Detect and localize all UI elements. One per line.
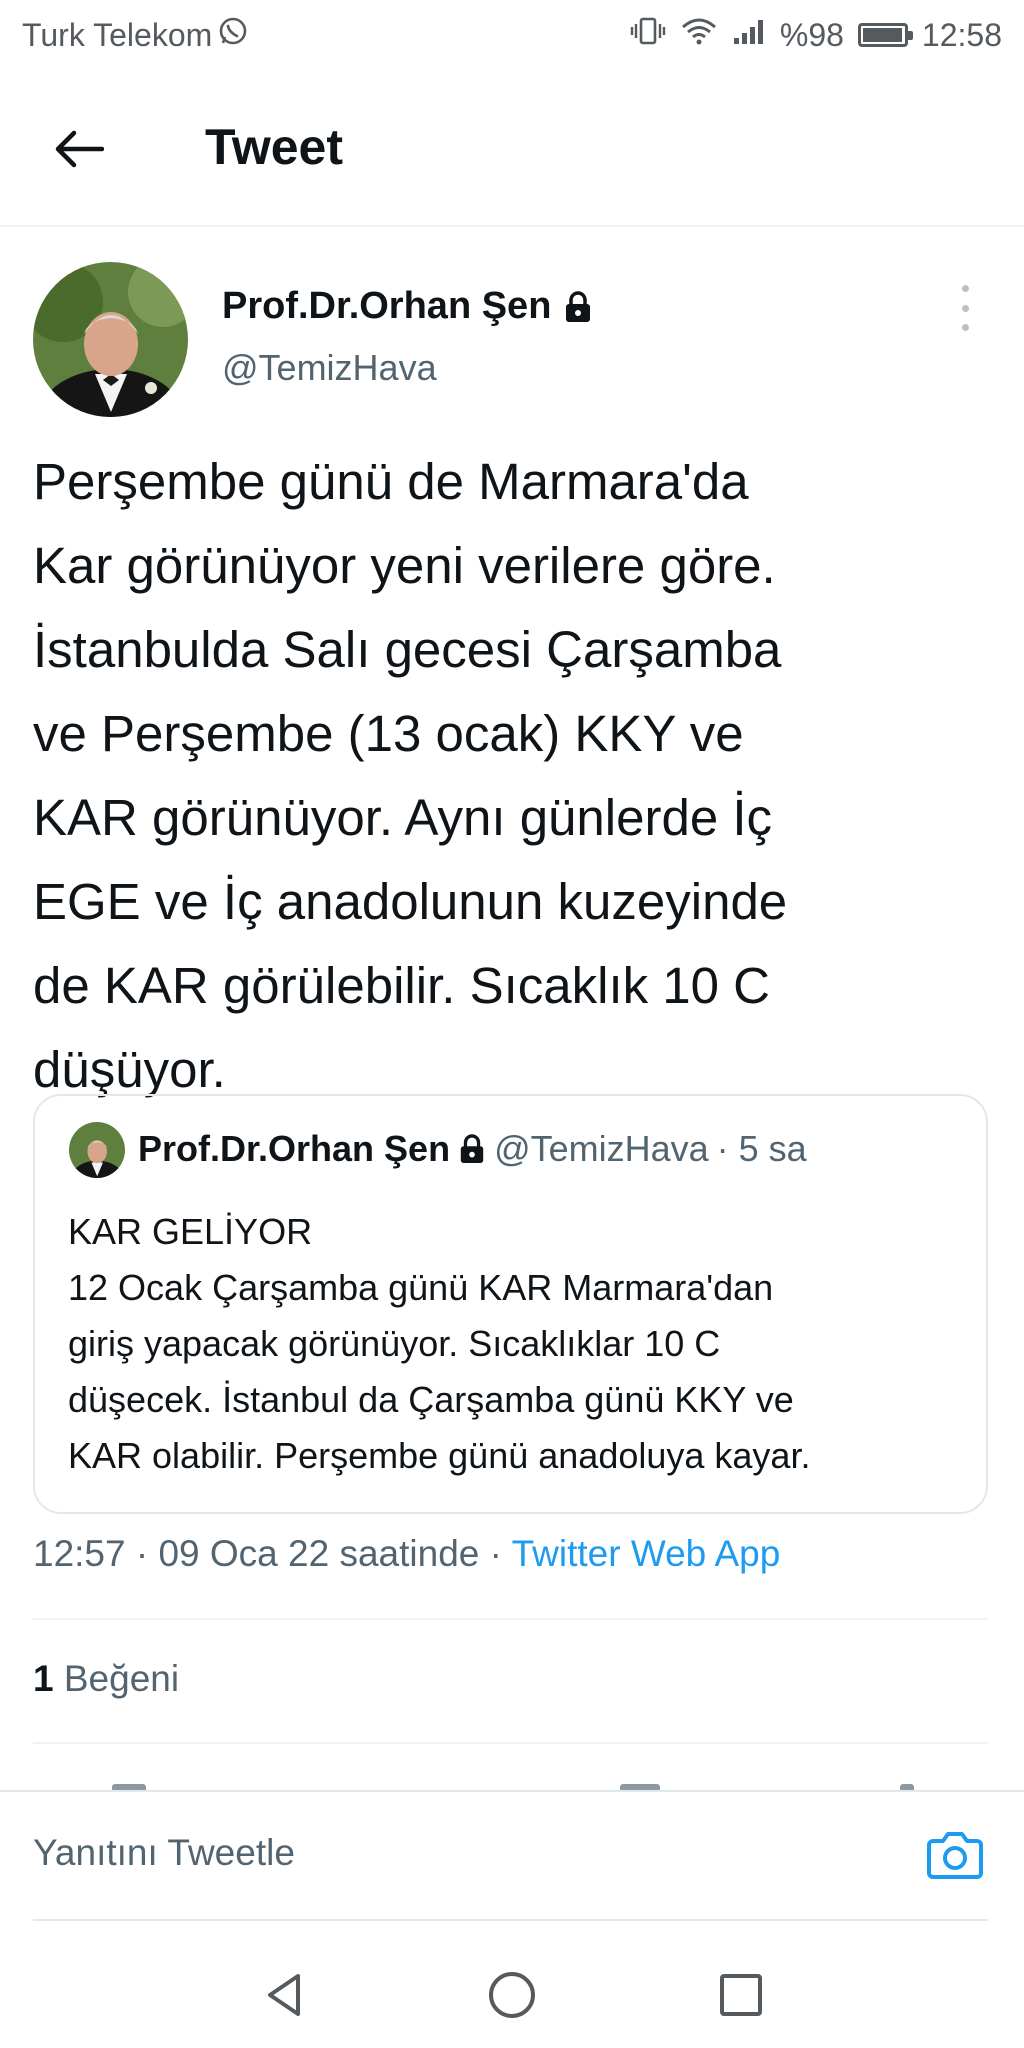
quoted-author-name: Prof.Dr.Orhan Şen: [138, 1128, 451, 1169]
author-handle[interactable]: @TemizHava: [222, 347, 437, 389]
nav-back-button[interactable]: [260, 1970, 310, 2020]
nav-recents-icon: [720, 1974, 762, 2016]
quoted-text: KAR GELİYOR 12 Ocak Çarşamba günü KAR Ma…: [68, 1211, 811, 1476]
status-left: Turk Telekom: [22, 16, 248, 54]
tweet-timestamp: 12:57 · 09 Oca 22 saatinde ·: [33, 1533, 512, 1574]
more-dot-icon: [961, 304, 969, 312]
whatsapp-icon: [218, 16, 248, 54]
status-bar: Turk Telekom %98 12:58: [0, 0, 1024, 70]
back-arrow-icon: [55, 130, 104, 168]
battery-icon: [857, 23, 913, 47]
system-nav-bar: [0, 1930, 1024, 2048]
avatar[interactable]: [33, 262, 188, 417]
signal-icon: [732, 16, 766, 54]
tweet-source-link[interactable]: Twitter Web App: [512, 1533, 781, 1574]
status-right: %98 12:58: [630, 16, 1002, 54]
back-button[interactable]: [52, 122, 106, 176]
clock: 12:58: [921, 16, 1002, 53]
battery-fill: [862, 28, 903, 42]
likes-label: Beğeni: [63, 1658, 180, 1699]
divider: [33, 1618, 988, 1620]
more-dot-icon: [961, 324, 969, 331]
likes-count[interactable]: 1 Beğeni: [33, 1658, 179, 1700]
lock-icon: [566, 290, 591, 322]
vibrate-icon: [630, 16, 666, 54]
reply-bar: Yanıtını Tweetle: [0, 1790, 1024, 1922]
reply-input[interactable]: Yanıtını Tweetle: [33, 1832, 295, 1874]
page-title: Tweet: [205, 119, 343, 175]
lock-icon: [460, 1134, 484, 1163]
nav-back-icon: [268, 1974, 300, 2016]
tweet-text: Perşembe günü de Marmara'da Kar görünüyo…: [33, 453, 788, 1098]
nav-home-icon: [489, 1972, 535, 2018]
quoted-header: Prof.Dr.Orhan Şen @TemizHava · 5 sa: [138, 1128, 807, 1170]
top-bar: Tweet: [0, 70, 1024, 227]
author-name[interactable]: Prof.Dr.Orhan Şen: [222, 285, 593, 328]
wifi-icon: [680, 16, 718, 54]
camera-button[interactable]: [925, 1825, 985, 1885]
quoted-author-handle: @TemizHava: [494, 1128, 709, 1169]
action-bar-peek: [0, 1776, 1024, 1790]
quoted-tweet[interactable]: Prof.Dr.Orhan Şen @TemizHava · 5 sa KAR …: [33, 1094, 988, 1514]
author-name-text: Prof.Dr.Orhan Şen: [222, 285, 552, 327]
likes-number: 1: [33, 1658, 54, 1699]
quoted-avatar: [69, 1122, 125, 1178]
divider: [33, 1742, 988, 1744]
nav-recents-button[interactable]: [716, 1970, 766, 2020]
nav-home-button[interactable]: [487, 1970, 537, 2020]
quoted-age: · 5 sa: [716, 1128, 807, 1169]
more-options-button[interactable]: [950, 285, 980, 331]
more-dot-icon: [961, 285, 969, 292]
carrier-label: Turk Telekom: [22, 16, 213, 53]
tweet-meta: 12:57 · 09 Oca 22 saatinde · Twitter Web…: [33, 1533, 780, 1575]
battery-percent: %98: [779, 16, 844, 53]
reply-underline: [33, 1919, 988, 1921]
camera-icon: [927, 1832, 983, 1879]
